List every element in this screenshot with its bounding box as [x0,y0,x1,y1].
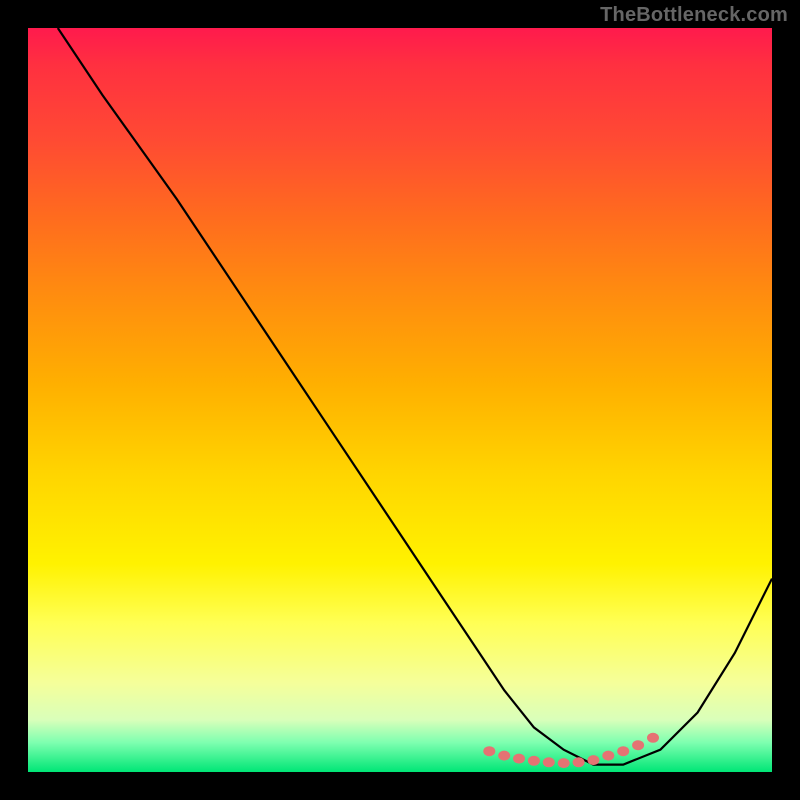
marker-dot [617,746,629,756]
marker-dot [573,757,585,767]
watermark-text: TheBottleneck.com [600,4,788,27]
chart-svg [28,28,772,772]
marker-dot [587,755,599,765]
marker-dot [632,740,644,750]
marker-dot [498,751,510,761]
marker-dot [483,746,495,756]
marker-dot [543,757,555,767]
marker-dot [647,733,659,743]
marker-dot [558,758,570,768]
bottleneck-curve-path [58,28,772,765]
marker-dot [513,754,525,764]
plot-area [28,28,772,772]
marker-dot [528,756,540,766]
marker-dot [602,751,614,761]
marker-group [483,733,659,768]
